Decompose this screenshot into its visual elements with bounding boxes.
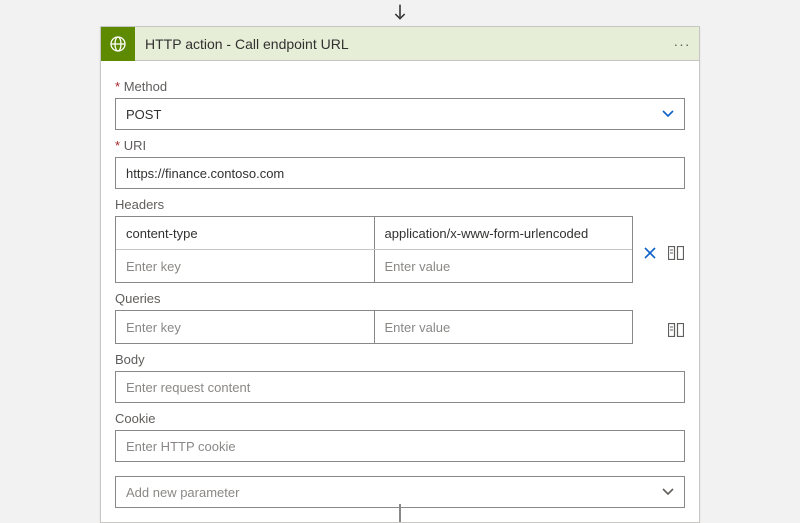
- headers-label: Headers: [115, 197, 685, 212]
- card-header: HTTP action - Call endpoint URL ···: [101, 27, 699, 61]
- toggle-text-mode-icon[interactable]: [667, 244, 685, 262]
- table-row: [116, 311, 632, 343]
- uri-input[interactable]: [115, 157, 685, 189]
- cookie-input[interactable]: [115, 430, 685, 462]
- connector-arrow-in: [393, 0, 407, 26]
- method-select[interactable]: POST: [115, 98, 685, 130]
- header-value-input[interactable]: [375, 250, 633, 282]
- header-value-input[interactable]: [375, 217, 633, 249]
- queries-table: [115, 310, 633, 344]
- toggle-text-mode-icon[interactable]: [667, 321, 685, 339]
- body-label: Body: [115, 352, 685, 367]
- header-key-input[interactable]: [116, 217, 374, 249]
- chevron-down-icon: [660, 484, 676, 500]
- headers-table: [115, 216, 633, 283]
- method-value: POST: [126, 107, 660, 122]
- cookie-label: Cookie: [115, 411, 685, 426]
- chevron-down-icon: [660, 106, 676, 122]
- header-key-input[interactable]: [116, 250, 374, 282]
- card-title: HTTP action - Call endpoint URL: [135, 36, 665, 52]
- card-overflow-menu[interactable]: ···: [665, 27, 699, 61]
- uri-label: * URI: [115, 138, 685, 153]
- body-input[interactable]: [115, 371, 685, 403]
- card-body: * Method POST * URI Headers: [101, 61, 699, 522]
- http-action-card: HTTP action - Call endpoint URL ··· * Me…: [100, 26, 700, 523]
- connector-line-out: [399, 504, 401, 522]
- add-parameter-label: Add new parameter: [126, 485, 660, 500]
- queries-label: Queries: [115, 291, 685, 306]
- table-row: [116, 249, 632, 282]
- method-label: * Method: [115, 79, 685, 94]
- query-key-input[interactable]: [116, 311, 374, 343]
- http-icon: [101, 27, 135, 61]
- table-row: [116, 217, 632, 249]
- query-value-input[interactable]: [375, 311, 633, 343]
- remove-header-row-icon[interactable]: [641, 244, 659, 262]
